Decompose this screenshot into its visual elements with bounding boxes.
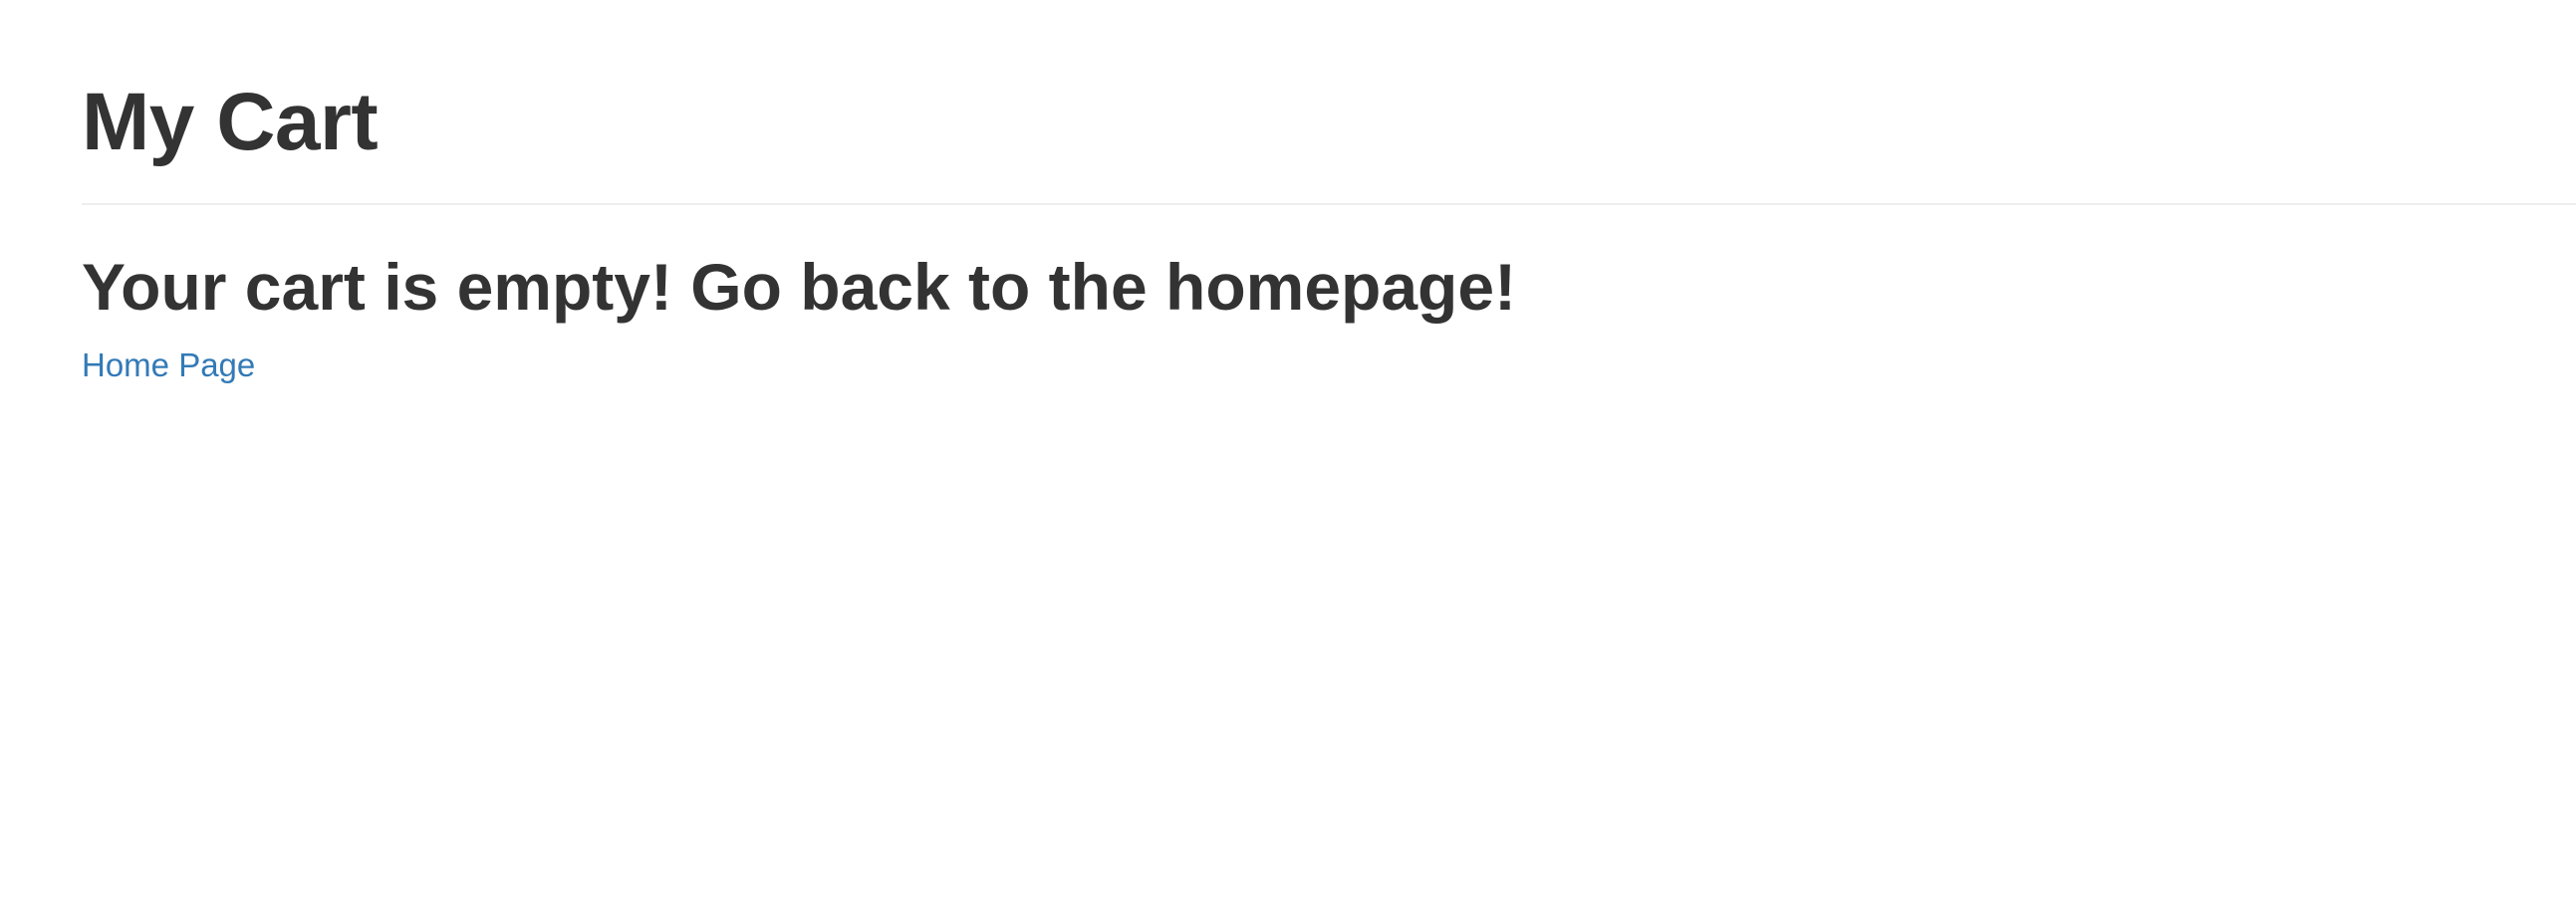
page-title: My Cart <box>82 77 379 167</box>
cart-page: My Cart Your cart is empty! Go back to t… <box>0 0 2576 914</box>
page-header: My Cart <box>82 76 2576 205</box>
empty-cart-message: Your cart is empty! Go back to the homep… <box>82 250 1517 324</box>
home-page-link[interactable]: Home Page <box>82 344 255 386</box>
